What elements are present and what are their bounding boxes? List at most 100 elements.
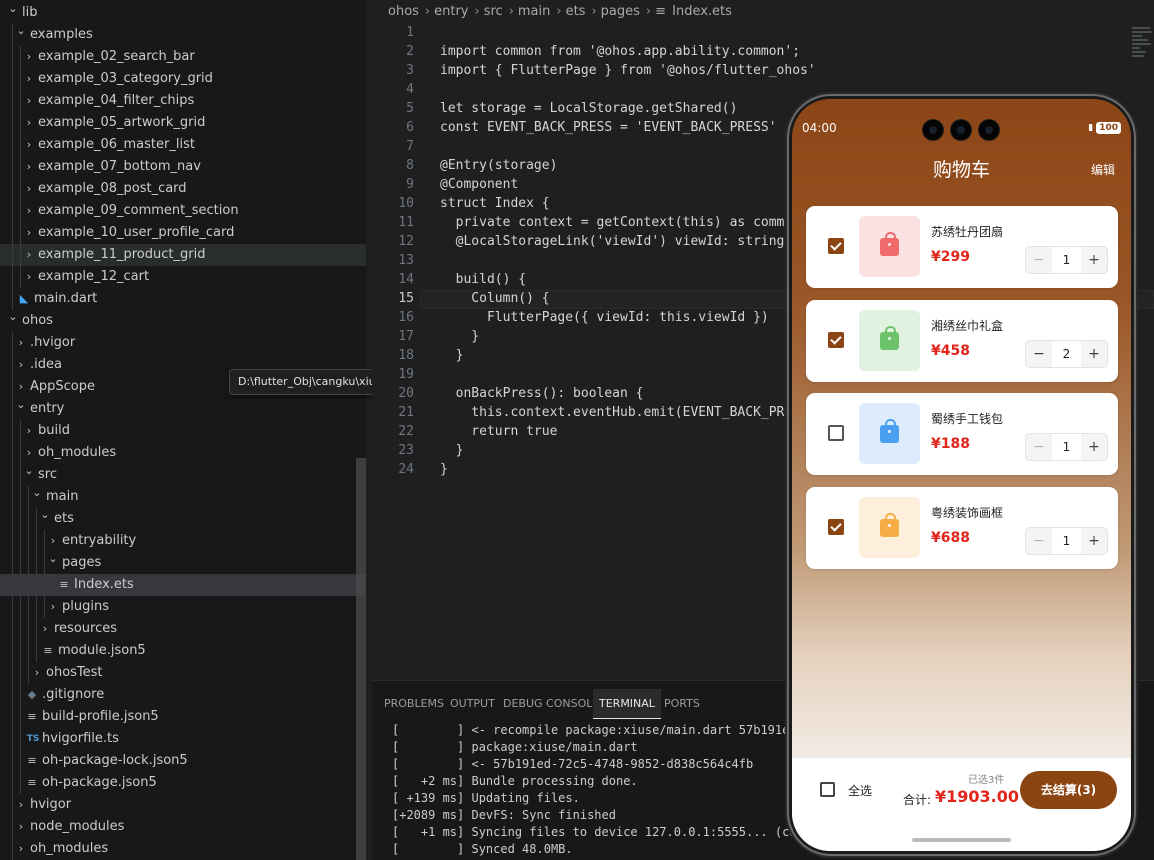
code-line[interactable]: @LocalStorageLink('viewId') viewId: stri…	[440, 232, 785, 251]
minus-button[interactable]: −	[1026, 247, 1052, 273]
breadcrumb-item[interactable]: ohos	[388, 4, 419, 19]
tree-item[interactable]: › hvigor	[0, 794, 366, 816]
tree-item[interactable]: ⌄ main	[0, 486, 366, 508]
code-line[interactable]: @Entry(storage)	[440, 156, 557, 175]
tree-item[interactable]: › resources	[0, 618, 366, 640]
chevron-right-icon[interactable]: ›	[24, 222, 34, 244]
tree-item[interactable]: › oh_modules	[0, 442, 366, 464]
code-line[interactable]: return true	[440, 422, 557, 441]
plus-button[interactable]: +	[1081, 341, 1107, 367]
panel-tab[interactable]: OUTPUT	[444, 689, 501, 719]
tree-item[interactable]: › example_02_search_bar	[0, 46, 366, 68]
tree-item[interactable]: ⌄ ohos	[0, 310, 366, 332]
tree-item[interactable]: ◣ main.dart	[0, 288, 366, 310]
edit-button[interactable]: 编辑	[1091, 161, 1115, 178]
chevron-right-icon[interactable]: ›	[24, 68, 34, 90]
tree-item[interactable]: › example_04_filter_chips	[0, 90, 366, 112]
quantity-value[interactable]: 1	[1052, 527, 1081, 554]
item-checkbox[interactable]	[828, 518, 844, 535]
plus-button[interactable]: +	[1081, 434, 1107, 460]
item-checkbox[interactable]	[828, 238, 844, 254]
minus-button[interactable]: −	[1026, 528, 1052, 554]
chevron-right-icon[interactable]: ›	[24, 90, 34, 112]
tree-item[interactable]: › build	[0, 420, 366, 442]
code-line[interactable]: const EVENT_BACK_PRESS = 'EVENT_BACK_PRE…	[440, 118, 777, 137]
chevron-right-icon[interactable]: ›	[16, 376, 26, 398]
tree-item[interactable]: › example_09_comment_section	[0, 200, 366, 222]
chevron-right-icon[interactable]: ›	[16, 354, 26, 376]
code-line[interactable]: onBackPress(): boolean {	[440, 384, 644, 403]
chevron-right-icon[interactable]: ›	[24, 420, 34, 442]
chevron-right-icon[interactable]: ›	[24, 266, 34, 288]
tree-item[interactable]: ⌄ lib	[0, 2, 366, 24]
chevron-right-icon[interactable]: ›	[48, 596, 58, 618]
breadcrumb-item[interactable]: Index.ets	[672, 4, 732, 19]
breadcrumb-item[interactable]: entry	[434, 4, 468, 19]
item-checkbox[interactable]	[828, 331, 844, 348]
panel-tab[interactable]: DEBUG CONSOLE	[497, 689, 605, 719]
code-line[interactable]: }	[440, 460, 448, 479]
tree-item[interactable]: › entryability	[0, 530, 366, 552]
tree-item[interactable]: ≡ build-profile.json5	[0, 706, 366, 728]
plus-button[interactable]: +	[1081, 528, 1107, 554]
chevron-down-icon[interactable]: ⌄	[32, 486, 42, 508]
breadcrumb-item[interactable]: src	[484, 4, 503, 19]
item-checkbox[interactable]	[828, 425, 844, 441]
breadcrumb-item[interactable]: ets	[566, 4, 586, 19]
tree-item[interactable]: › example_11_product_grid	[0, 244, 366, 266]
chevron-down-icon[interactable]: ⌄	[8, 2, 18, 24]
home-indicator[interactable]	[912, 838, 1011, 842]
panel-tab[interactable]: PORTS	[658, 689, 706, 719]
chevron-right-icon[interactable]: ›	[16, 794, 26, 816]
code-line[interactable]: struct Index {	[440, 194, 550, 213]
chevron-right-icon[interactable]: ›	[48, 530, 58, 552]
tree-item[interactable]: › oh_modules	[0, 838, 366, 860]
tree-item[interactable]: ⌄ examples	[0, 24, 366, 46]
chevron-down-icon[interactable]: ⌄	[16, 24, 26, 46]
tree-item[interactable]: TS hvigorfile.ts	[0, 728, 366, 750]
tree-item[interactable]: ⌄ entry	[0, 398, 366, 420]
code-line[interactable]: import common from '@ohos.app.ability.co…	[440, 42, 800, 61]
tree-item[interactable]: ⌄ ets	[0, 508, 366, 530]
chevron-down-icon[interactable]: ⌄	[16, 398, 26, 420]
tree-item[interactable]: › example_03_category_grid	[0, 68, 366, 90]
plus-button[interactable]: +	[1081, 247, 1107, 273]
tree-item[interactable]: ◆ .gitignore	[0, 684, 366, 706]
tree-item[interactable]: ≡ module.json5	[0, 640, 366, 662]
minimap[interactable]	[1132, 25, 1154, 70]
chevron-right-icon[interactable]: ›	[24, 156, 34, 178]
chevron-down-icon[interactable]: ⌄	[48, 552, 58, 574]
chevron-right-icon[interactable]: ›	[16, 332, 26, 354]
tree-item[interactable]: ⌄ pages	[0, 552, 366, 574]
code-line[interactable]: this.context.eventHub.emit(EVENT_BACK_PR…	[440, 403, 792, 422]
code-line[interactable]: let storage = LocalStorage.getShared()	[440, 99, 737, 118]
tree-item[interactable]: › example_10_user_profile_card	[0, 222, 366, 244]
code-line[interactable]: }	[440, 346, 464, 365]
minus-button[interactable]: −	[1026, 434, 1052, 460]
chevron-down-icon[interactable]: ⌄	[40, 508, 50, 530]
tree-item[interactable]: › example_05_artwork_grid	[0, 112, 366, 134]
chevron-right-icon[interactable]: ›	[24, 46, 34, 68]
chevron-right-icon[interactable]: ›	[16, 816, 26, 838]
code-line[interactable]: build() {	[440, 270, 526, 289]
select-all-label[interactable]: 全选	[848, 782, 872, 799]
tree-item[interactable]: › example_06_master_list	[0, 134, 366, 156]
explorer-scrollbar[interactable]	[356, 458, 366, 860]
chevron-right-icon[interactable]: ›	[16, 838, 26, 860]
select-all-checkbox[interactable]	[820, 782, 835, 797]
chevron-right-icon[interactable]: ›	[24, 134, 34, 156]
chevron-right-icon[interactable]: ›	[24, 178, 34, 200]
chevron-right-icon[interactable]: ›	[24, 112, 34, 134]
breadcrumb-item[interactable]: main	[518, 4, 550, 19]
tree-item[interactable]: › node_modules	[0, 816, 366, 838]
tree-item[interactable]: ≡ Index.ets	[0, 574, 366, 596]
quantity-value[interactable]: 1	[1052, 247, 1081, 273]
minus-button[interactable]: −	[1026, 341, 1052, 367]
code-line[interactable]: }	[440, 441, 464, 460]
tree-item[interactable]: › example_08_post_card	[0, 178, 366, 200]
code-line[interactable]: private context = getContext(this) as co…	[440, 213, 793, 232]
chevron-right-icon[interactable]: ›	[40, 618, 50, 640]
checkout-button[interactable]: 去结算(3)	[1020, 771, 1117, 809]
breadcrumb-item[interactable]: pages	[601, 4, 640, 19]
chevron-down-icon[interactable]: ⌄	[8, 310, 18, 332]
